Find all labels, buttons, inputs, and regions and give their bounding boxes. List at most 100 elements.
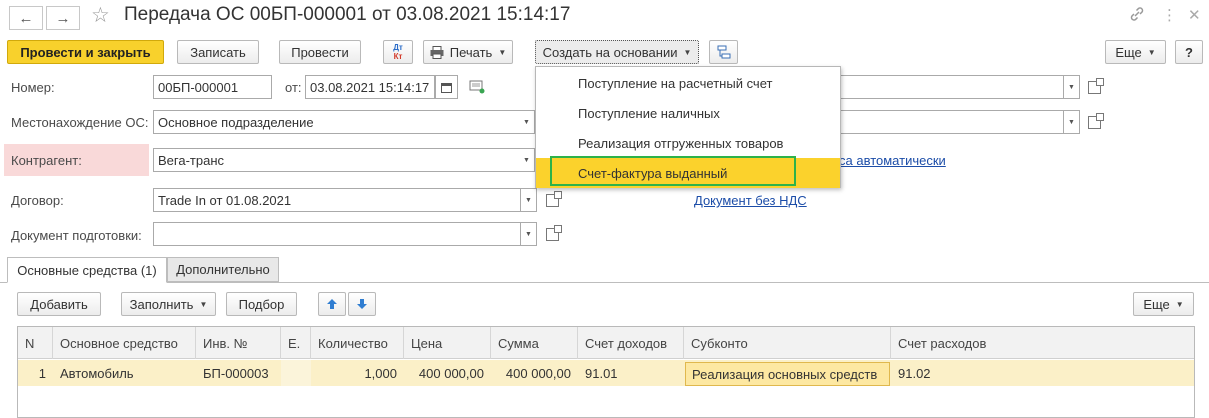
arrow-left-icon: ←: [18, 9, 34, 27]
more-vertical-icon[interactable]: ⋮: [1162, 6, 1177, 24]
organization-field[interactable]: [840, 75, 1064, 99]
organization-open-button[interactable]: [1084, 75, 1104, 99]
print-button[interactable]: Печать ▼: [423, 40, 513, 64]
mol-field[interactable]: [840, 110, 1064, 134]
chevron-down-icon: ▼: [525, 230, 532, 238]
cell-quantity[interactable]: 1,000: [311, 360, 404, 386]
number-label: Номер:: [11, 80, 55, 95]
post-button[interactable]: Провести: [279, 40, 361, 64]
tab-fixed-assets[interactable]: Основные средства (1): [7, 257, 167, 283]
location-field[interactable]: Основное подразделение: [153, 110, 525, 134]
link-icon[interactable]: [1129, 6, 1145, 26]
contract-open-button[interactable]: [542, 188, 562, 212]
chevron-down-icon: ▼: [523, 118, 530, 126]
favorite-star-icon[interactable]: ☆: [91, 3, 110, 28]
cell-n[interactable]: 1: [18, 360, 53, 386]
table-row[interactable]: 1 Автомобиль БП-000003 1,000 400 000,00 …: [18, 360, 1194, 386]
number-field[interactable]: 00БП-000001: [153, 75, 272, 99]
col-n[interactable]: N: [18, 327, 53, 359]
create-based-on-button[interactable]: Создать на основании ▼: [535, 40, 699, 64]
prep-document-dropdown[interactable]: ▼: [521, 222, 537, 246]
history-icon[interactable]: [469, 80, 485, 97]
cell-expense-account[interactable]: 91.02: [891, 360, 1091, 386]
focus-outline: [550, 156, 796, 186]
contract-field[interactable]: Trade In от 01.08.2021: [153, 188, 521, 212]
contract-dropdown[interactable]: ▼: [521, 188, 537, 212]
open-icon: [545, 190, 562, 207]
calendar-button[interactable]: [435, 75, 458, 99]
fill-button[interactable]: Заполнить ▼: [121, 292, 216, 316]
hierarchy-icon: [717, 45, 730, 59]
col-subconto[interactable]: Субконто: [684, 327, 891, 359]
counterparty-label: Контрагент:: [11, 153, 82, 168]
open-icon: [1087, 77, 1104, 94]
col-unit[interactable]: Е.: [281, 327, 311, 359]
location-label: Местонахождение ОС:: [11, 115, 149, 130]
prep-document-open-button[interactable]: [542, 222, 562, 246]
col-quantity[interactable]: Количество: [311, 327, 404, 359]
save-button[interactable]: Записать: [177, 40, 259, 64]
dt-kt-icon: Дт: [393, 43, 403, 52]
more-button[interactable]: Еще ▼: [1105, 40, 1166, 64]
cell-subconto[interactable]: Реализация основных средств: [685, 362, 890, 386]
cell-income-account[interactable]: 91.01: [578, 360, 684, 386]
cell-inv-number[interactable]: БП-000003: [196, 360, 281, 386]
help-button[interactable]: ?: [1175, 40, 1203, 64]
menu-item-bank-receipt[interactable]: Поступление на расчетный счет: [536, 68, 840, 98]
page-title: Передача ОС 00БП-000001 от 03.08.2021 15…: [124, 4, 571, 25]
auto-calc-link[interactable]: са автоматически: [839, 153, 946, 168]
no-vat-document-link[interactable]: Документ без НДС: [694, 193, 807, 208]
fixed-assets-table: N Основное средство Инв. № Е. Количество…: [17, 326, 1195, 418]
col-asset[interactable]: Основное средство: [53, 327, 196, 359]
calendar-icon: [441, 82, 452, 93]
open-icon: [1087, 112, 1104, 129]
chevron-down-icon: ▼: [1068, 118, 1075, 126]
col-sum[interactable]: Сумма: [491, 327, 578, 359]
location-dropdown[interactable]: ▼: [519, 110, 535, 134]
forward-button[interactable]: →: [46, 6, 80, 30]
contract-label: Договор:: [11, 193, 64, 208]
structure-button[interactable]: [709, 40, 738, 64]
tab-additional[interactable]: Дополнительно: [167, 257, 279, 282]
mol-dropdown[interactable]: ▼: [1064, 110, 1080, 134]
cell-asset[interactable]: Автомобиль: [53, 360, 196, 386]
printer-icon: [430, 45, 444, 59]
chevron-down-icon: ▼: [525, 196, 532, 204]
open-icon: [545, 224, 562, 241]
add-row-button[interactable]: Добавить: [17, 292, 101, 316]
date-field[interactable]: 03.08.2021 15:14:17: [305, 75, 435, 99]
cell-unit[interactable]: [281, 360, 311, 386]
counterparty-dropdown[interactable]: ▼: [519, 148, 535, 172]
col-expense-account[interactable]: Счет расходов: [891, 327, 1194, 359]
menu-item-cash-receipt[interactable]: Поступление наличных: [536, 98, 840, 128]
organization-dropdown[interactable]: ▼: [1064, 75, 1080, 99]
chevron-down-icon: ▼: [1175, 299, 1184, 309]
move-up-button[interactable]: [318, 292, 346, 316]
chevron-down-icon: ▼: [523, 156, 530, 164]
post-and-close-button[interactable]: Провести и закрыть: [7, 40, 164, 64]
move-down-button[interactable]: [348, 292, 376, 316]
create-based-on-menu: Поступление на расчетный счет Поступлени…: [535, 66, 841, 188]
dt-kt-button[interactable]: Дт Кт: [383, 40, 413, 64]
arrow-down-icon: [357, 299, 367, 309]
mol-open-button[interactable]: [1084, 110, 1104, 134]
chevron-down-icon: ▼: [199, 299, 208, 309]
cell-sum[interactable]: 400 000,00: [491, 360, 578, 386]
chevron-down-icon: ▼: [1068, 83, 1075, 91]
counterparty-field[interactable]: Вега-транс: [153, 148, 525, 172]
chevron-down-icon: ▼: [498, 47, 507, 57]
back-button[interactable]: ←: [9, 6, 43, 30]
cell-price[interactable]: 400 000,00: [404, 360, 491, 386]
select-button[interactable]: Подбор: [226, 292, 297, 316]
arrow-right-icon: →: [55, 9, 71, 27]
col-income-account[interactable]: Счет доходов: [578, 327, 684, 359]
col-inv-number[interactable]: Инв. №: [196, 327, 281, 359]
chevron-down-icon: ▼: [1147, 47, 1156, 57]
tab-strip-line: [0, 282, 1209, 283]
prep-document-field[interactable]: [153, 222, 521, 246]
close-icon[interactable]: ✕: [1188, 6, 1201, 24]
table-header: N Основное средство Инв. № Е. Количество…: [18, 327, 1194, 359]
table-more-button[interactable]: Еще ▼: [1133, 292, 1194, 316]
col-price[interactable]: Цена: [404, 327, 491, 359]
menu-item-shipped-goods-sale[interactable]: Реализация отгруженных товаров: [536, 128, 840, 158]
